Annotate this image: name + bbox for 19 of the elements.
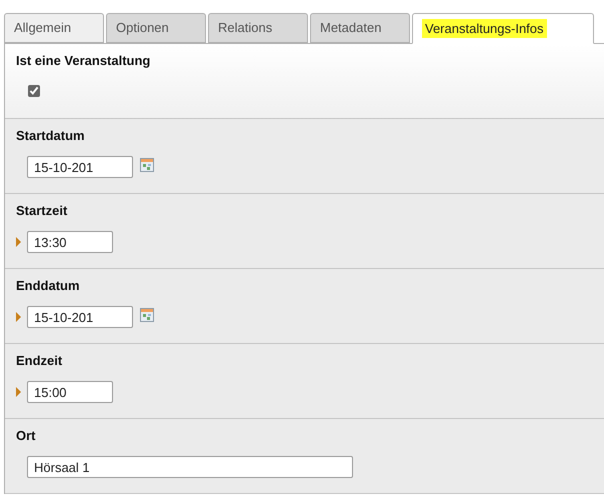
tab[interactable]: Relations xyxy=(208,13,308,43)
location-field[interactable]: Hörsaal 1 xyxy=(27,456,353,478)
time-field[interactable]: 15:00 xyxy=(27,381,113,403)
calendar-icon[interactable] xyxy=(140,158,154,172)
date-field[interactable]: 15-10-201 xyxy=(27,156,133,178)
field-label: Ist eine Veranstaltung xyxy=(16,53,152,69)
event-checkbox[interactable] xyxy=(28,85,40,97)
field-label: Startdatum xyxy=(16,128,86,144)
tab[interactable]: Allgemein xyxy=(4,13,104,43)
field-label: Enddatum xyxy=(16,278,81,294)
tab[interactable]: Veranstaltungs-Infos xyxy=(412,13,594,44)
date-field[interactable]: 15-10-201 xyxy=(27,306,133,328)
calendar-icon[interactable] xyxy=(140,308,154,322)
time-field[interactable]: 13:30 xyxy=(27,231,113,253)
field-label: Endzeit xyxy=(16,353,64,369)
tab[interactable]: Metadaten xyxy=(310,13,410,43)
field-label: Startzeit xyxy=(16,203,68,219)
field-label: Ort xyxy=(16,428,36,444)
tab[interactable]: Optionen xyxy=(106,13,206,43)
